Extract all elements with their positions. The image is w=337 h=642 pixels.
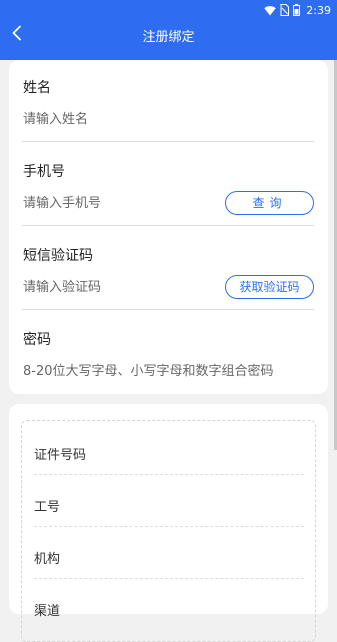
title-bar: 注册绑定 [0, 20, 337, 50]
registration-form-card: 姓名 请输入姓名 手机号 请输入手机号 查询 短信验证码 请输入验证码 获取验证… [9, 60, 328, 394]
status-icons: 2:39 [264, 2, 331, 18]
sms-code-label: 短信验证码 [23, 248, 93, 264]
battery-icon [293, 1, 301, 20]
phone-input[interactable]: 请输入手机号 [23, 192, 213, 212]
app-header: 2:39 注册绑定 [0, 0, 337, 60]
page-title: 注册绑定 [142, 30, 195, 45]
password-input[interactable]: 8-20位大写字母、小写字母和数字组合密码 [23, 360, 318, 380]
get-code-button[interactable]: 获取验证码 [225, 275, 314, 299]
channel-field[interactable]: 渠道 [34, 600, 60, 619]
divider [22, 309, 314, 310]
employee-id-field[interactable]: 工号 [34, 496, 60, 515]
password-label: 密码 [23, 332, 51, 348]
divider [34, 474, 304, 475]
status-time: 2:39 [306, 3, 331, 17]
sms-code-input[interactable]: 请输入验证码 [23, 276, 213, 296]
query-button[interactable]: 查询 [225, 191, 314, 215]
organization-field[interactable]: 机构 [34, 548, 60, 567]
divider [22, 225, 314, 226]
name-label: 姓名 [23, 80, 51, 96]
phone-label: 手机号 [23, 164, 65, 180]
divider [34, 578, 304, 579]
wifi-icon [264, 1, 276, 20]
status-bar: 2:39 [0, 0, 337, 20]
details-card: 证件号码 工号 机构 渠道 [9, 404, 328, 642]
details-panel: 证件号码 工号 机构 渠道 [21, 420, 316, 642]
name-input[interactable]: 请输入姓名 [23, 108, 303, 128]
divider [34, 526, 304, 527]
divider [22, 141, 314, 142]
id-number-field[interactable]: 证件号码 [34, 444, 86, 463]
sim-icon [280, 1, 290, 20]
